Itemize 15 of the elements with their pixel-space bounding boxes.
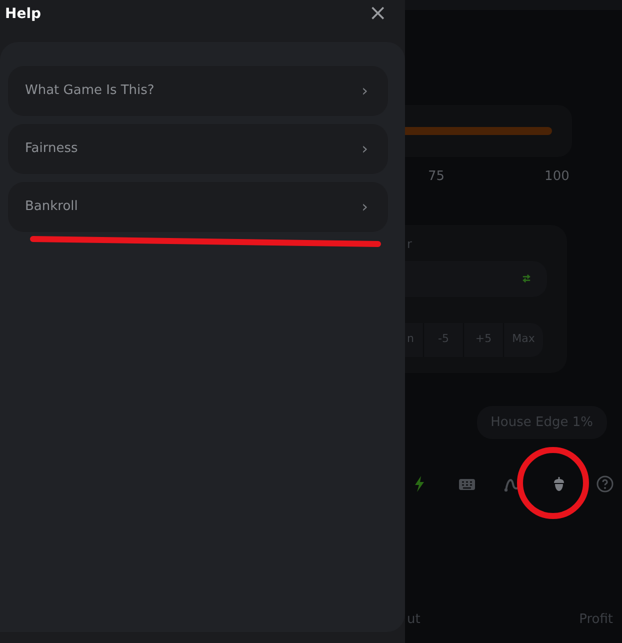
help-menu-item[interactable]: Bankroll › xyxy=(8,182,388,232)
chevron-icon: › xyxy=(362,79,368,103)
help-menu-item[interactable]: What Game Is This? › xyxy=(8,66,388,116)
close-button[interactable]: × xyxy=(368,3,387,25)
help-icon[interactable] xyxy=(596,475,614,493)
scale-label: 75 xyxy=(428,168,445,186)
annotation-circle xyxy=(517,447,589,519)
slider-track[interactable] xyxy=(405,127,552,135)
chevron-icon: › xyxy=(362,195,368,219)
panel-title: Help xyxy=(5,4,42,24)
bet-amount-field[interactable] xyxy=(405,260,547,296)
swap-icon[interactable] xyxy=(522,274,531,283)
help-menu-item[interactable]: Fairness › xyxy=(8,124,388,174)
chevron-icon: › xyxy=(362,137,368,161)
scale-label: 100 xyxy=(544,168,570,186)
